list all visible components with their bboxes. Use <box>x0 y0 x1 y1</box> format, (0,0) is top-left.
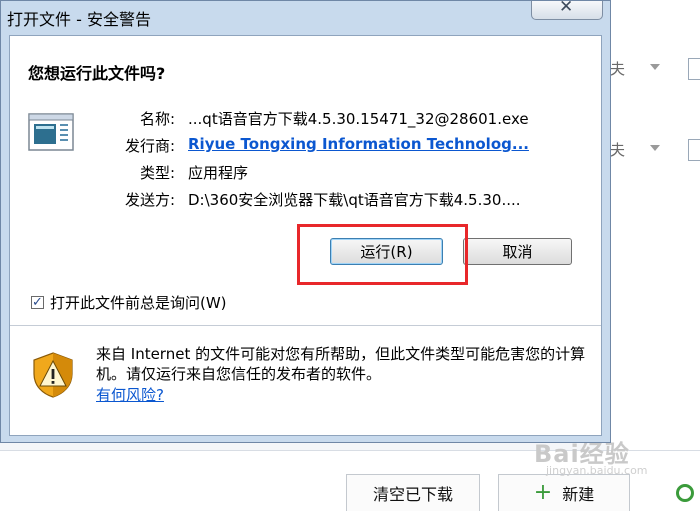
dialog-titlebar[interactable]: 打开文件 - 安全警告 ✕ <box>1 0 610 35</box>
application-file-icon <box>28 113 74 151</box>
always-ask-label[interactable]: 打开此文件前总是询问(W) <box>50 292 227 313</box>
dialog-content: 您想运行此文件吗? 名称: ...qt语音官方下载4.5.30.15471_32… <box>9 35 602 436</box>
background-row-box[interactable] <box>688 58 700 80</box>
new-label: 新建 <box>562 485 595 504</box>
type-label: 类型: <box>139 164 175 182</box>
background-row-text: 夫 <box>610 141 626 159</box>
publisher-link[interactable]: Riyue Tongxing Information Technolog... <box>188 135 529 153</box>
name-label: 名称: <box>139 110 175 128</box>
publisher-label: 发行商: <box>124 137 175 155</box>
background-row-text: 夫 <box>610 60 626 78</box>
close-icon: ✕ <box>559 0 574 17</box>
cancel-button-label: 取消 <box>502 243 533 261</box>
shield-warning-icon <box>33 352 73 398</box>
close-button[interactable]: ✕ <box>531 0 603 20</box>
new-button[interactable]: + 新建 <box>498 474 630 511</box>
cancel-button[interactable]: 取消 <box>463 238 572 265</box>
security-warning-dialog: 打开文件 - 安全警告 ✕ 您想运行此文件吗? 名称: ...qt语音官方下载4… <box>0 0 611 443</box>
clear-downloaded-label: 清空已下载 <box>372 485 453 504</box>
separator <box>10 325 601 326</box>
always-ask-checkbox[interactable]: ✓ <box>31 296 44 309</box>
type-value: 应用程序 <box>188 164 249 182</box>
from-label: 发送方: <box>124 191 175 209</box>
what-is-the-risk-link[interactable]: 有何风险? <box>96 384 164 405</box>
warning-message: 来自 Internet 的文件可能对您有所帮助，但此文件类型可能危害您的计算机。… <box>96 345 586 383</box>
gear-icon[interactable] <box>676 484 694 502</box>
dropdown-arrow-icon[interactable] <box>650 64 660 70</box>
plus-icon: + <box>533 480 553 505</box>
background-row: 夫 <box>600 50 700 90</box>
name-value: ...qt语音官方下载4.5.30.15471_32@28601.exe <box>188 110 529 128</box>
run-question: 您想运行此文件吗? <box>28 64 166 83</box>
clear-downloaded-button[interactable]: 清空已下载 <box>346 474 480 511</box>
dropdown-arrow-icon[interactable] <box>650 145 660 151</box>
from-value: D:\360安全浏览器下载\qt语音官方下载4.5.30.... <box>188 191 521 209</box>
dialog-title: 打开文件 - 安全警告 <box>7 10 151 29</box>
red-highlight-box <box>297 224 468 285</box>
background-row-box[interactable] <box>688 139 700 161</box>
background-row: 夫 <box>600 131 700 171</box>
